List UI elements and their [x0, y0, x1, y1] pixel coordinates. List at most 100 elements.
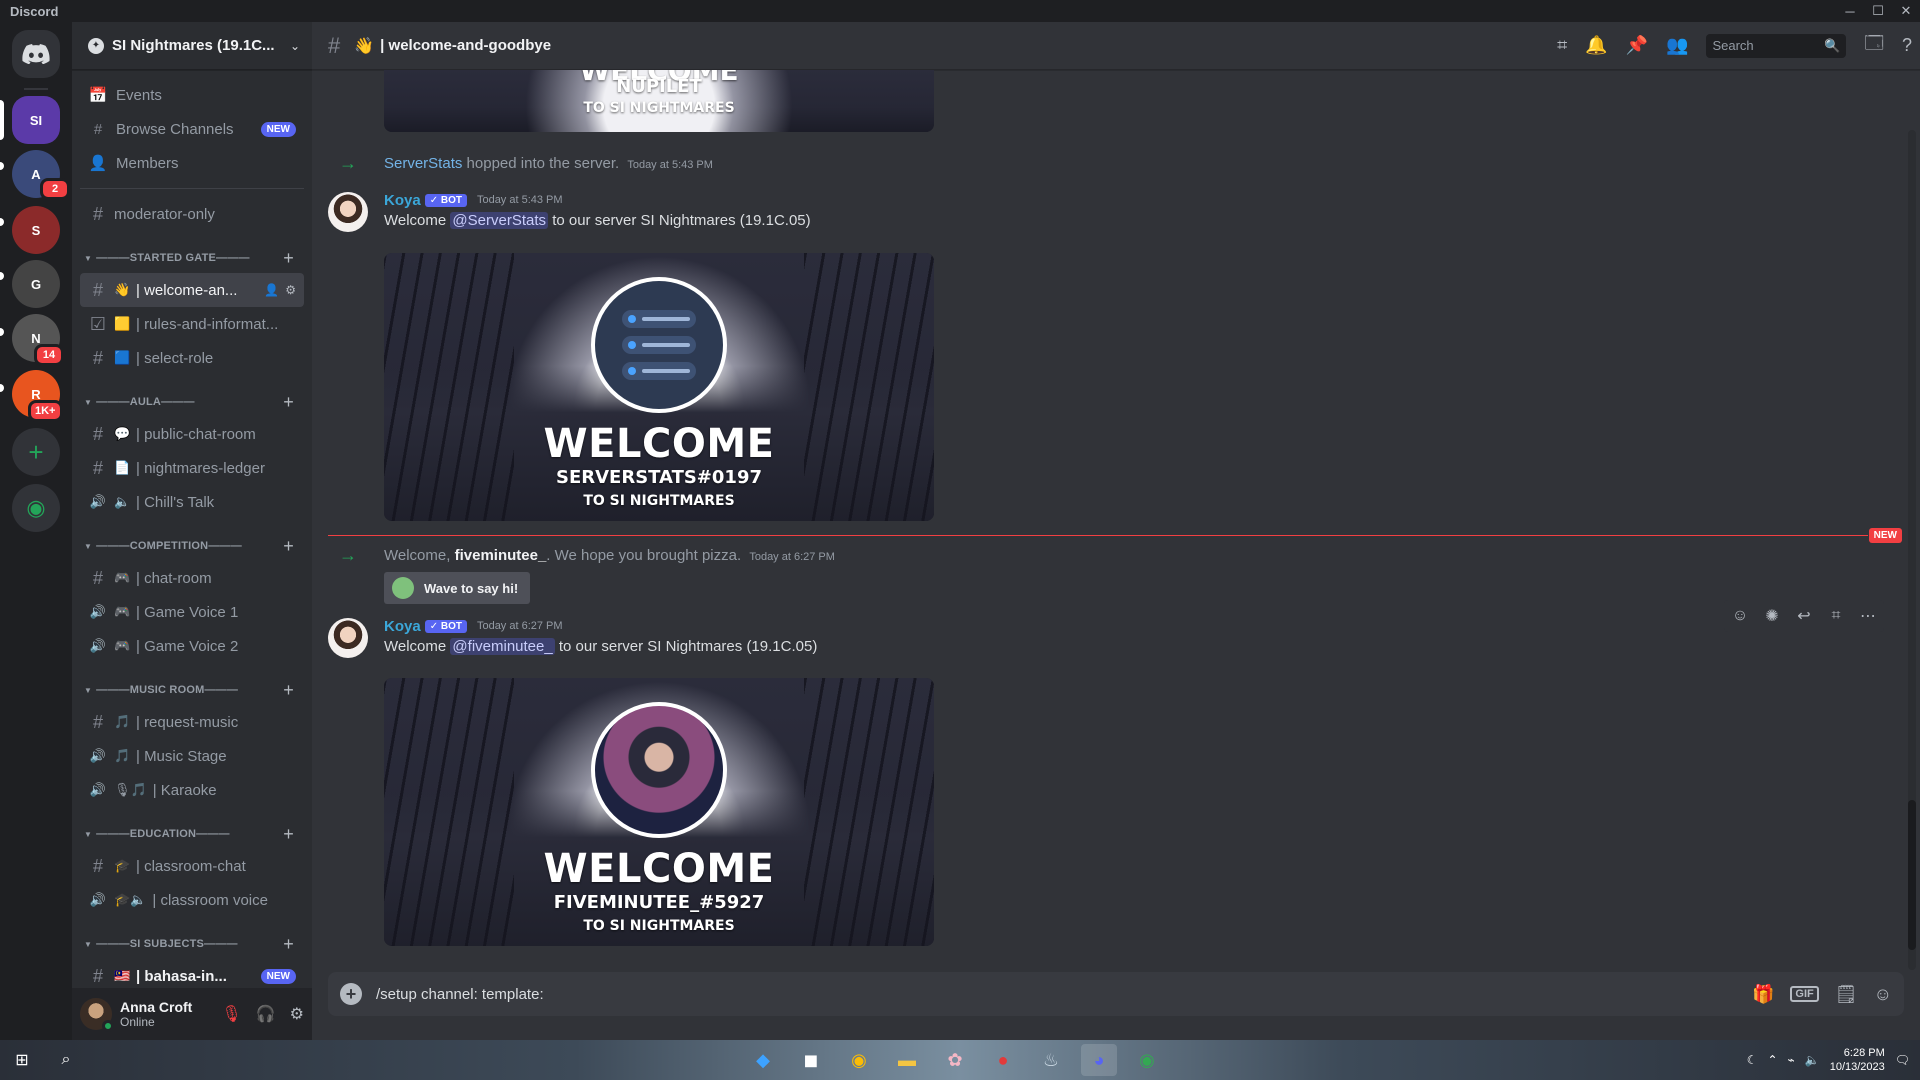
channel-rules[interactable]: ☑ 🟨 | rules-and-informat...: [80, 307, 304, 341]
steam-icon[interactable]: ♨: [1033, 1044, 1069, 1076]
create-channel-icon[interactable]: +: [283, 248, 294, 269]
user-mention[interactable]: @fiveminutee_: [450, 638, 555, 655]
create-channel-icon[interactable]: +: [283, 680, 294, 701]
channel-game-voice-2[interactable]: 🔊 🎮 | Game Voice 2: [80, 629, 304, 663]
username-link[interactable]: ServerStats: [384, 155, 462, 172]
channel-classroom-voice[interactable]: 🔊 🎓🔈 | classroom voice: [80, 883, 304, 917]
notifications-icon[interactable]: 🗨: [1895, 1053, 1910, 1067]
category-music-room[interactable]: ▼ ———MUSIC ROOM——— +: [80, 679, 304, 701]
avatar[interactable]: [328, 618, 368, 658]
pin-icon[interactable]: 📌: [1626, 35, 1648, 56]
minimize-button[interactable]: ─: [1836, 0, 1864, 22]
server-si-nightmares[interactable]: SI: [12, 96, 60, 144]
welcome-image-card[interactable]: WELCOME NUPILET TO SI NIGHTMARES: [384, 70, 934, 132]
welcome-image-card[interactable]: WELCOME FIVEMINUTEE_#5927 TO SI NIGHTMAR…: [384, 678, 934, 946]
channel-select-role[interactable]: # 🟦 | select-role: [80, 341, 304, 375]
scrollbar-thumb[interactable]: [1908, 800, 1916, 950]
threads-icon[interactable]: ⌗: [1557, 35, 1567, 56]
gif-icon[interactable]: GIF: [1790, 986, 1819, 1002]
volume-icon[interactable]: 🔈: [1805, 1053, 1820, 1067]
chevron-down-icon: ⌄: [289, 38, 300, 53]
channel-welcome-and-goodbye[interactable]: # 👋 | welcome-an... 👤 ⚙: [80, 273, 304, 307]
file-explorer-icon[interactable]: ▬: [889, 1044, 925, 1076]
search-input[interactable]: Search 🔍: [1706, 33, 1847, 58]
channel-nightmares-ledger[interactable]: # 📄 | nightmares-ledger: [80, 451, 304, 485]
invite-icon[interactable]: 👤: [264, 283, 279, 297]
server-header[interactable]: ✦ SI Nightmares (19.1C... ⌄: [72, 22, 312, 70]
user-info[interactable]: Anna Croft Online: [120, 999, 192, 1029]
author-name[interactable]: Koya: [384, 192, 421, 209]
picture-app-icon[interactable]: ◼: [793, 1044, 829, 1076]
gear-icon[interactable]: ⚙: [290, 1004, 304, 1024]
channel-game-voice-1[interactable]: 🔊 🎮 | Game Voice 1: [80, 595, 304, 629]
scrollbar[interactable]: [1908, 130, 1916, 970]
channel-name: | select-role: [136, 349, 214, 367]
nav-browse-channels[interactable]: # Browse Channels NEW: [80, 112, 304, 146]
add-server-icon[interactable]: +: [12, 428, 60, 476]
weather-icon[interactable]: ☾: [1747, 1053, 1758, 1067]
windows-start-icon[interactable]: ⊞: [0, 1050, 44, 1070]
category-started-gate[interactable]: ▼ ———STARTED GATE——— +: [80, 247, 304, 269]
red-app-icon[interactable]: ●: [985, 1044, 1021, 1076]
mute-microphone-icon[interactable]: 🎙: [221, 1004, 241, 1024]
discord-taskbar-icon[interactable]: ◕: [1081, 1044, 1117, 1076]
channel-classroom-chat[interactable]: # 🎓 | classroom-chat: [80, 849, 304, 883]
bot-badge: ✓ BOT: [424, 193, 467, 207]
upload-plus-icon[interactable]: +: [340, 983, 362, 1005]
maximize-button[interactable]: ☐: [1864, 0, 1892, 22]
chrome-2-icon[interactable]: ◉: [1129, 1044, 1165, 1076]
vscode-icon[interactable]: ◆: [745, 1044, 781, 1076]
channel-karaoke[interactable]: 🔊 🎙🎵 | Karaoke: [80, 773, 304, 807]
avatar[interactable]: [328, 192, 368, 232]
channel-request-music[interactable]: # 🎵 | request-music: [80, 705, 304, 739]
nav-members[interactable]: 👤 Members: [80, 146, 304, 180]
wave-button[interactable]: Wave to say hi!: [384, 572, 531, 604]
clock[interactable]: 6:28 PM 10/13/2023: [1830, 1046, 1885, 1074]
search-icon[interactable]: ⌕: [44, 1051, 88, 1069]
create-channel-icon[interactable]: +: [283, 824, 294, 845]
channel-chat-room[interactable]: # 🎮 | chat-room: [80, 561, 304, 595]
discord-home-icon[interactable]: [12, 30, 60, 78]
gift-icon[interactable]: 🎁: [1752, 984, 1774, 1005]
channel-chills-talk[interactable]: 🔊 🔈 | Chill's Talk: [80, 485, 304, 519]
anime-app-icon[interactable]: ✿: [937, 1044, 973, 1076]
channel-moderator-only[interactable]: # moderator-only: [80, 197, 304, 231]
welcome-image-card[interactable]: WELCOME SERVERSTATS#0197 TO SI NIGHTMARE…: [384, 253, 934, 521]
category-education[interactable]: ▼ ———EDUCATION——— +: [80, 823, 304, 845]
emoji-icon[interactable]: ☺: [1874, 984, 1892, 1005]
author-name[interactable]: Koya: [384, 618, 421, 635]
nav-events[interactable]: 📅 Events: [80, 78, 304, 112]
avatar[interactable]: [80, 998, 114, 1032]
message-input[interactable]: [376, 985, 1752, 1003]
channel-public-chat-room[interactable]: # 💬 | public-chat-room: [80, 417, 304, 451]
user-mention[interactable]: @ServerStats: [450, 212, 549, 229]
member-list-icon[interactable]: 👥: [1666, 35, 1688, 56]
chrome-icon[interactable]: ◉: [841, 1044, 877, 1076]
headphones-icon[interactable]: 🎧: [256, 1004, 276, 1024]
category-si-subjects[interactable]: ▼ ———SI SUBJECTS——— +: [80, 933, 304, 955]
channel-name: | Game Voice 1: [136, 603, 239, 621]
channel-music-stage[interactable]: 🔊 🎵 | Music Stage: [80, 739, 304, 773]
create-channel-icon[interactable]: +: [283, 934, 294, 955]
user-avatar-portrait: [591, 702, 727, 838]
channel-bahasa[interactable]: # 🇲🇾 | bahasa-in... NEW: [80, 959, 304, 990]
create-channel-icon[interactable]: +: [283, 536, 294, 557]
create-channel-icon[interactable]: +: [283, 392, 294, 413]
username-link[interactable]: fiveminutee_: [455, 547, 547, 564]
card-line-2: FIVEMINUTEE_#5927: [553, 892, 765, 913]
tray-chevron-icon[interactable]: ⌃: [1767, 1053, 1777, 1067]
bell-icon[interactable]: 🔔: [1585, 35, 1607, 56]
sticker-icon[interactable]: 🗒: [1835, 984, 1858, 1005]
gear-icon[interactable]: ⚙: [285, 283, 296, 297]
server-name: SI Nightmares (19.1C...: [112, 37, 275, 54]
inbox-icon[interactable]: 🗔: [1864, 31, 1884, 61]
server-4[interactable]: G: [12, 260, 60, 308]
network-icon[interactable]: ⌁: [1788, 1053, 1795, 1067]
help-icon[interactable]: ?: [1902, 35, 1912, 56]
server-3[interactable]: S: [12, 206, 60, 254]
category-aula[interactable]: ▼ ———AULA——— +: [80, 391, 304, 413]
category-competition[interactable]: ▼ ———COMPETITION——— +: [80, 535, 304, 557]
explore-servers-icon[interactable]: ◉: [12, 484, 60, 532]
channel-name: | Game Voice 2: [136, 637, 239, 655]
close-button[interactable]: ✕: [1892, 0, 1920, 22]
